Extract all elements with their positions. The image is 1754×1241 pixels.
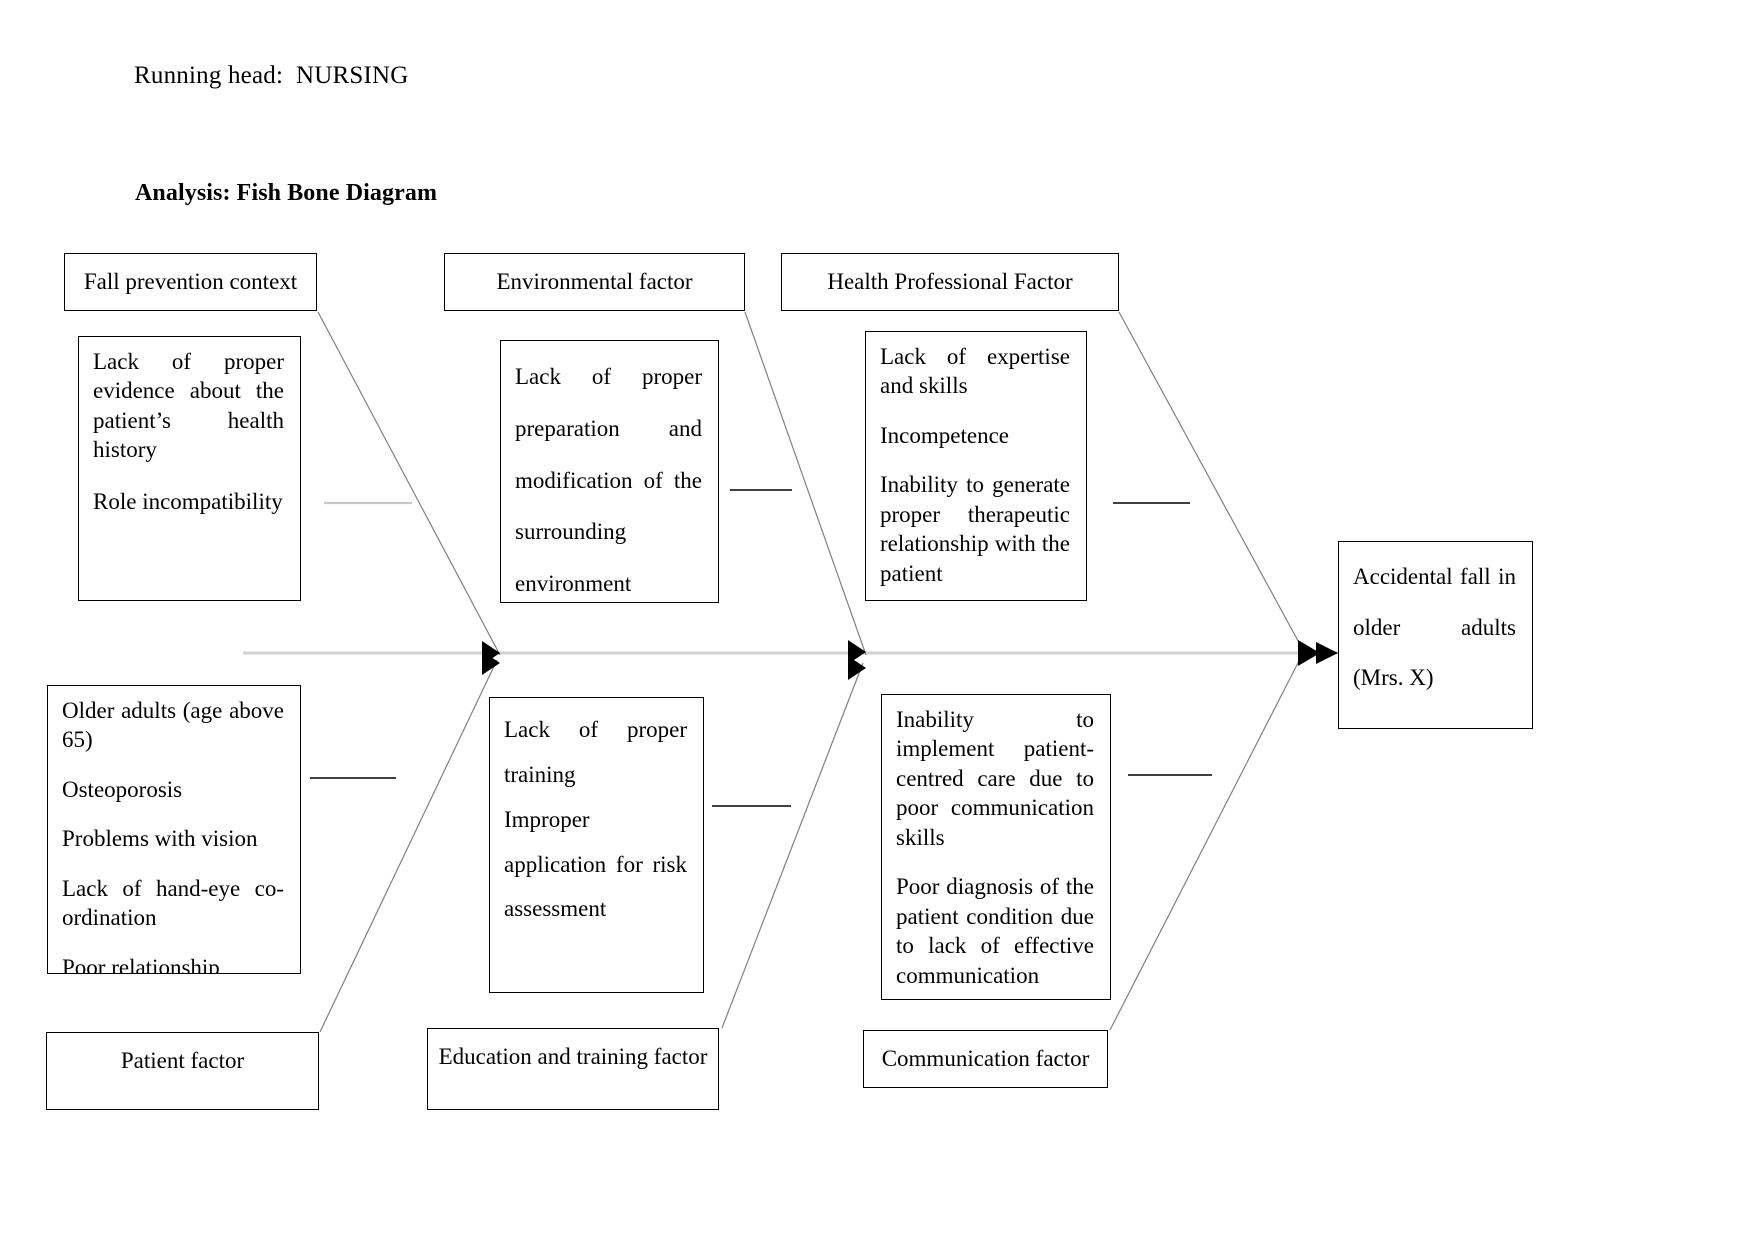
arrowhead-effect bbox=[1316, 642, 1338, 664]
cause-item: Lack of proper evidence about the patien… bbox=[93, 349, 284, 463]
cause-item: Lack of proper preparation and modificat… bbox=[515, 364, 702, 596]
cause-box-health-professional-factor[interactable]: Lack of expertise and skills Incompetenc… bbox=[865, 331, 1087, 601]
document-page: Running head: NURSING Analysis: Fish Bon… bbox=[0, 0, 1754, 1241]
cause-item: Role incompatibility bbox=[93, 488, 283, 514]
category-label: Environmental factor bbox=[496, 269, 693, 294]
rib-communication bbox=[1109, 658, 1301, 1031]
cause-item: Osteoporosis bbox=[62, 776, 183, 802]
running-head: Running head: NURSING bbox=[134, 62, 409, 89]
cause-item: Incompetence bbox=[880, 422, 1009, 448]
category-box-fall-prevention-context[interactable]: Fall prevention context bbox=[64, 253, 317, 311]
arrowhead-junction-mid-bottom bbox=[848, 656, 866, 680]
cause-item: Lack of expertise and skills bbox=[880, 344, 1070, 399]
cause-box-education-and-training-factor[interactable]: Lack of proper training Improper applica… bbox=[489, 697, 704, 993]
page-title: Analysis: Fish Bone Diagram bbox=[135, 180, 438, 206]
cause-item: Poor relationship bbox=[62, 954, 220, 974]
category-box-health-professional-factor[interactable]: Health Professional Factor bbox=[781, 253, 1119, 311]
category-label: Education and training factor bbox=[438, 1044, 708, 1069]
category-box-communication-factor[interactable]: Communication factor bbox=[863, 1030, 1108, 1088]
rib-education bbox=[721, 662, 864, 1029]
effect-label: Accidental fall in older adults (Mrs. X) bbox=[1353, 564, 1516, 691]
cause-item: Inability to generate proper therapeutic… bbox=[880, 472, 1070, 586]
category-box-patient-factor[interactable]: Patient factor bbox=[46, 1032, 319, 1110]
cause-box-environmental-factor[interactable]: Lack of proper preparation and modificat… bbox=[500, 340, 719, 603]
category-label: Fall prevention context bbox=[83, 269, 298, 294]
cause-box-patient-factor[interactable]: Older adults (age above 65) Osteoporosis… bbox=[47, 685, 301, 974]
cause-item: Older adults (age above 65) bbox=[62, 698, 284, 753]
cause-item: Inability to implement patient-centred c… bbox=[896, 707, 1094, 850]
cause-box-fall-prevention-context[interactable]: Lack of proper evidence about the patien… bbox=[78, 336, 301, 601]
category-box-education-and-training-factor[interactable]: Education and training factor bbox=[427, 1028, 719, 1110]
effect-box-accidental-fall[interactable]: Accidental fall in older adults (Mrs. X) bbox=[1338, 541, 1533, 729]
rib-environmental bbox=[744, 311, 867, 656]
cause-box-communication-factor[interactable]: Inability to implement patient-centred c… bbox=[881, 694, 1111, 1000]
rib-health-professional bbox=[1118, 311, 1304, 651]
cause-item: Lack of proper training bbox=[504, 717, 687, 787]
cause-item: Problems with vision bbox=[62, 826, 258, 852]
arrowhead-junction-left-bottom bbox=[482, 651, 500, 675]
rib-fall-prevention bbox=[317, 311, 501, 656]
cause-item: Improper application for risk assessment bbox=[504, 806, 687, 922]
category-box-environmental-factor[interactable]: Environmental factor bbox=[444, 253, 745, 311]
category-label: Communication factor bbox=[881, 1046, 1090, 1071]
arrowhead-junction-mid-top bbox=[848, 640, 866, 664]
arrowhead-junction-left-top bbox=[482, 641, 500, 665]
category-label: Health Professional Factor bbox=[827, 269, 1073, 294]
cause-item: Lack of hand-eye co-ordination bbox=[62, 875, 284, 931]
cause-item: Poor diagnosis of the patient condition … bbox=[896, 874, 1094, 988]
arrowhead-junction-right bbox=[1298, 640, 1320, 666]
category-label: Patient factor bbox=[120, 1048, 245, 1073]
rib-patient bbox=[319, 659, 498, 1033]
